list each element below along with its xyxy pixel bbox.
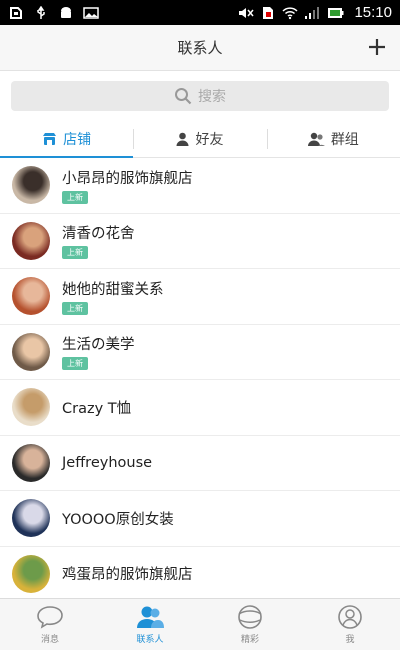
avatar [12,443,50,482]
list-item[interactable]: 小昂昂的服饰旗舰店 上新 [0,158,400,214]
contact-name: YOOOO原创女装 [62,511,174,528]
app-icon [10,6,22,19]
list-item[interactable]: YOOOO原创女装 [0,491,400,547]
nav-profile[interactable]: 我 [300,599,400,650]
tab-label: 群组 [330,131,359,148]
page-title: 联系人 [177,39,223,57]
nav-contacts[interactable]: 联系人 [100,599,200,650]
android-icon [61,6,71,18]
list-item[interactable]: 鸡蛋昂的服饰旗舰店 [0,547,400,599]
status-time: 15:10 [354,4,392,21]
search-input[interactable]: 搜索 [11,81,389,111]
discover-icon [238,605,262,629]
nav-label: 精彩 [240,635,259,645]
status-bar: 15:10 [0,0,400,25]
contact-name: 鸡蛋昂的服饰旗舰店 [62,567,193,584]
list-item[interactable]: 生活の美学 上新 [0,325,400,380]
add-contact-button[interactable] [364,34,390,60]
avatar [12,554,50,593]
mute-icon [239,7,255,18]
usb-icon [37,5,45,19]
new-badge: 上新 [62,301,88,315]
image-icon [83,6,99,19]
avatar [12,166,50,205]
list-item[interactable]: 她他的甜蜜关系 上新 [0,269,400,325]
profile-icon [338,605,362,629]
nav-discover[interactable]: 精彩 [200,599,300,650]
tab-groups[interactable]: 群组 [266,120,400,157]
search-icon [175,88,192,105]
contact-list: 小昂昂的服饰旗舰店 上新 清香の花舍 上新 她他的甜蜜关系 上新 生活の美学 上… [0,158,400,598]
tab-label: 店铺 [63,131,92,148]
list-item[interactable]: Jeffreyhouse [0,436,400,491]
contact-name: 她他的甜蜜关系 [62,281,164,298]
chat-bubble-icon [37,606,63,629]
list-item[interactable]: Crazy T恤 [0,380,400,436]
list-item[interactable]: 清香の花舍 上新 [0,214,400,269]
avatar [12,221,50,260]
tab-shops[interactable]: 店铺 [0,120,134,158]
search-bar: 搜索 [0,72,400,120]
contacts-icon [137,606,164,628]
contact-name: Jeffreyhouse [62,454,153,471]
avatar [12,388,50,427]
nav-label: 消息 [40,635,59,645]
group-icon [307,132,325,146]
contact-name: 小昂昂的服饰旗舰店 [62,170,193,187]
wifi-icon [282,6,298,19]
search-placeholder: 搜索 [198,89,226,105]
nav-messages[interactable]: 消息 [0,599,100,650]
tab-friends[interactable]: 好友 [133,120,266,157]
bottom-nav: 消息 联系人 精彩 我 [0,598,400,650]
battery-icon [328,7,344,18]
title-bar: 联系人 [0,25,400,71]
contact-name: 清香の花舍 [62,226,135,243]
contact-name: Crazy T恤 [62,400,132,417]
contact-tabs: 店铺 好友 群组 [0,120,400,158]
tab-label: 好友 [195,131,224,148]
person-icon [176,132,189,146]
avatar [12,499,50,538]
nav-label: 我 [345,635,355,645]
new-badge: 上新 [62,190,88,204]
sim-icon [263,6,274,19]
avatar [12,332,50,371]
plus-icon [369,39,385,55]
avatar [12,277,50,316]
contact-name: 生活の美学 [62,337,135,354]
new-badge: 上新 [62,246,88,260]
new-badge: 上新 [62,357,88,371]
shop-icon [43,132,57,145]
nav-label: 联系人 [136,635,164,645]
signal-icon [305,6,320,19]
